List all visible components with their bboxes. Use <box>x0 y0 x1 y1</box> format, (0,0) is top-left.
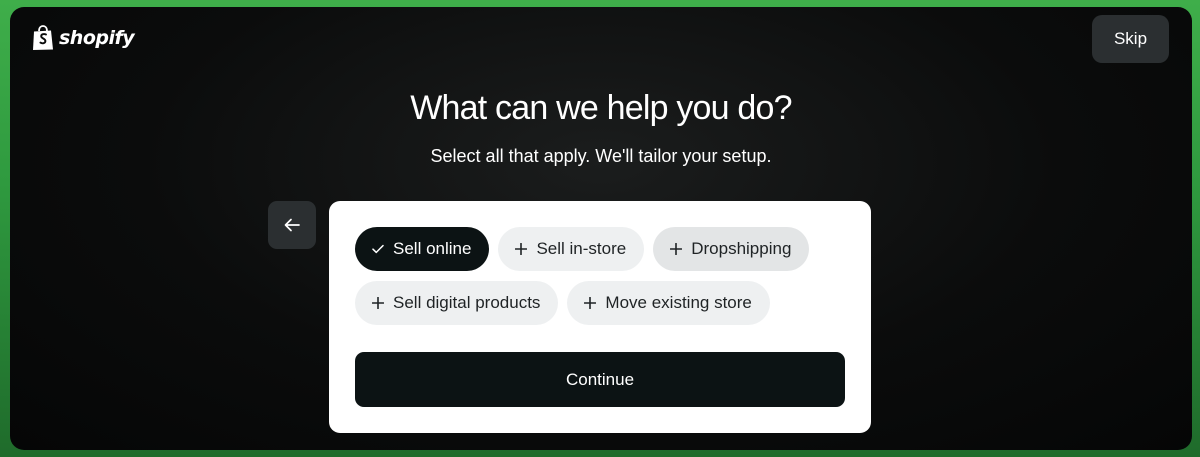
check-icon <box>372 244 384 254</box>
option-chip-label: Sell digital products <box>393 293 541 312</box>
option-chip-label: Move existing store <box>605 293 752 312</box>
option-chip-dropshipping[interactable]: Dropshipping <box>653 227 810 271</box>
plus-icon <box>515 243 528 255</box>
continue-button[interactable]: Continue <box>355 352 845 407</box>
skip-button[interactable]: Skip <box>1092 15 1169 63</box>
plus-icon <box>372 297 384 309</box>
plus-icon <box>670 243 683 255</box>
page-subtitle: Select all that apply. We'll tailor your… <box>430 146 772 166</box>
option-chip-sell-online[interactable]: Sell online <box>355 227 490 271</box>
option-chip-list: Sell online Sell in-store Dropshipping S… <box>355 227 855 325</box>
page-title: What can we help you do? <box>410 89 792 127</box>
shopify-bag-icon <box>33 25 53 50</box>
brand-name: shopify <box>59 27 135 49</box>
plus-icon <box>584 297 597 309</box>
option-chip-label: Sell online <box>393 239 472 258</box>
option-chip-label: Sell in-store <box>536 239 627 258</box>
arrow-left-icon <box>284 218 300 232</box>
option-chip-move-existing-store[interactable]: Move existing store <box>567 281 770 325</box>
back-button[interactable] <box>268 201 316 249</box>
shopify-logo: shopify <box>32 25 135 51</box>
option-chip-label: Dropshipping <box>691 239 792 258</box>
onboarding-panel: shopify Skip What can we help you do? Se… <box>10 7 1192 450</box>
option-chip-sell-digital-products[interactable]: Sell digital products <box>355 281 559 325</box>
options-card: Sell online Sell in-store Dropshipping S… <box>329 201 871 433</box>
option-chip-sell-in-store[interactable]: Sell in-store <box>498 227 645 271</box>
